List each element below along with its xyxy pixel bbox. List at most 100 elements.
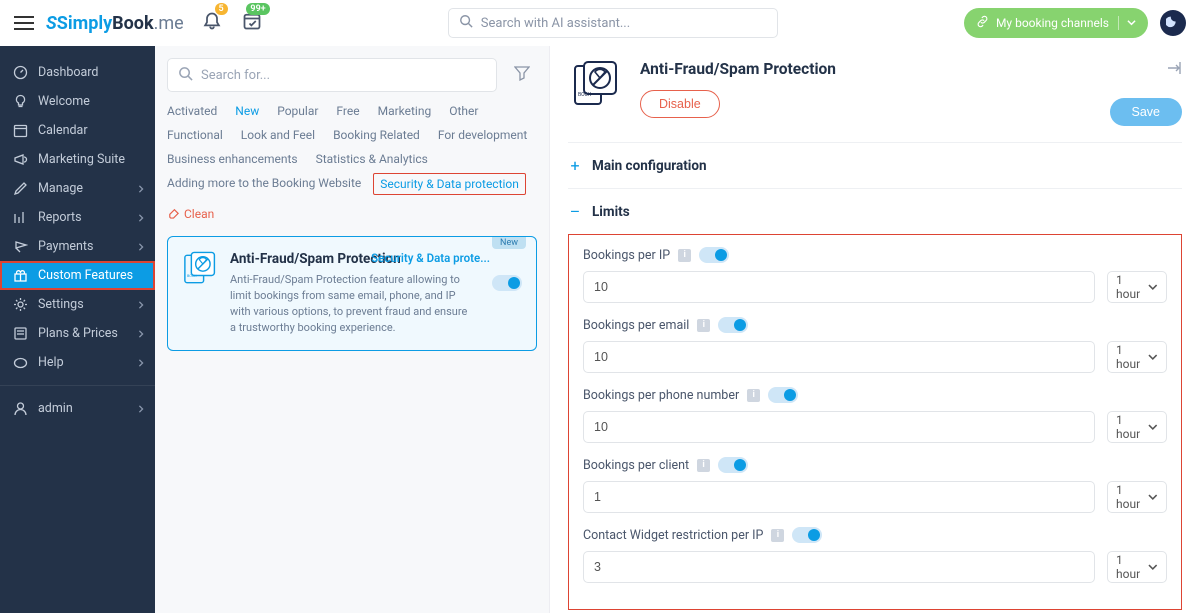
save-button[interactable]: Save bbox=[1110, 98, 1183, 126]
notifications-button[interactable]: 5 bbox=[202, 11, 222, 35]
sidebar-item-reports[interactable]: Reports bbox=[0, 203, 155, 232]
info-icon[interactable]: i bbox=[771, 529, 784, 542]
filter-tag-look-and-feel[interactable]: Look and Feel bbox=[241, 128, 315, 142]
info-icon[interactable]: i bbox=[697, 319, 710, 332]
theme-toggle-button[interactable] bbox=[1160, 10, 1186, 36]
filter-tag-booking-related[interactable]: Booking Related bbox=[333, 128, 420, 142]
chevron-right-icon bbox=[137, 182, 145, 196]
filter-tag-marketing[interactable]: Marketing bbox=[378, 104, 432, 118]
filter-tag-functional[interactable]: Functional bbox=[167, 128, 223, 142]
limit-value-input[interactable] bbox=[583, 341, 1095, 373]
sidebar-item-settings[interactable]: Settings bbox=[0, 290, 155, 319]
limit-period-select[interactable]: 1 hour bbox=[1107, 411, 1167, 443]
section-limits-toggle[interactable]: – Limits bbox=[568, 189, 1182, 234]
sidebar-item-plans-prices[interactable]: Plans & Prices bbox=[0, 319, 155, 348]
shield-icon bbox=[182, 251, 218, 287]
limit-period-select[interactable]: 1 hour bbox=[1107, 551, 1167, 583]
card-toggle[interactable] bbox=[492, 275, 522, 295]
limit-label: Bookings per IP bbox=[583, 248, 670, 263]
filter-tag-for-development[interactable]: For development bbox=[438, 128, 528, 142]
logo[interactable]: SSimplyBook.me bbox=[46, 13, 184, 34]
sidebar-item-label: Plans & Prices bbox=[38, 326, 118, 341]
chevron-right-icon bbox=[137, 240, 145, 254]
limit-value-input[interactable] bbox=[583, 551, 1095, 583]
bulb-icon bbox=[12, 94, 28, 109]
disable-button[interactable]: Disable bbox=[640, 90, 720, 118]
sidebar-item-label: Calendar bbox=[38, 123, 88, 138]
sidebar-item-label: Custom Features bbox=[38, 268, 133, 283]
limit-toggle[interactable] bbox=[768, 387, 798, 403]
eraser-icon bbox=[167, 206, 180, 222]
sidebar-item-label: Settings bbox=[38, 297, 84, 312]
bookings-counter-button[interactable]: 99+ bbox=[242, 11, 262, 35]
info-icon[interactable]: i bbox=[747, 389, 760, 402]
collapse-panel-button[interactable] bbox=[1166, 60, 1182, 80]
limit-toggle[interactable] bbox=[718, 317, 748, 333]
feature-card-antifraud[interactable]: New Anti-Fraud/Spam Protection Anti-Frau… bbox=[167, 236, 537, 351]
features-search-input[interactable]: Search for... bbox=[167, 58, 497, 92]
payments-icon bbox=[12, 239, 28, 254]
sidebar-item-welcome[interactable]: Welcome bbox=[0, 87, 155, 116]
filter-tag-adding-more-to-the-booking-website[interactable]: Adding more to the Booking Website bbox=[167, 176, 361, 192]
user-icon bbox=[12, 401, 28, 416]
limit-toggle[interactable] bbox=[718, 457, 748, 473]
info-icon[interactable]: i bbox=[678, 249, 691, 262]
info-icon[interactable]: i bbox=[697, 459, 710, 472]
calendar-check-icon bbox=[242, 20, 262, 35]
limit-label: Bookings per client bbox=[583, 458, 689, 473]
filter-button[interactable] bbox=[507, 60, 537, 90]
filter-tag-other[interactable]: Other bbox=[449, 104, 478, 118]
limit-period-select[interactable]: 1 hour bbox=[1107, 481, 1167, 513]
card-badge-new: New bbox=[492, 237, 526, 249]
filter-tag-statistics-analytics[interactable]: Statistics & Analytics bbox=[316, 152, 428, 166]
chevron-right-icon bbox=[137, 402, 145, 416]
limit-label: Contact Widget restriction per IP bbox=[583, 528, 763, 543]
sidebar-item-label: Dashboard bbox=[38, 65, 98, 80]
logo-part3: .me bbox=[154, 13, 184, 34]
filter-tag-clean[interactable]: Clean bbox=[167, 206, 214, 222]
filter-tag-free[interactable]: Free bbox=[336, 104, 359, 118]
limit-value-input[interactable] bbox=[583, 481, 1095, 513]
pencil-icon bbox=[12, 181, 28, 196]
sidebar-item-custom-features[interactable]: Custom Features bbox=[0, 261, 155, 290]
limit-row: Bookings per emaili1 hour bbox=[583, 317, 1167, 373]
chevron-down-icon bbox=[1118, 16, 1136, 30]
filter-tag-activated[interactable]: Activated bbox=[167, 104, 217, 118]
limit-value-input[interactable] bbox=[583, 271, 1095, 303]
filter-tag-new[interactable]: New bbox=[235, 104, 259, 118]
funnel-icon bbox=[514, 65, 530, 85]
sidebar-item-help[interactable]: Help bbox=[0, 348, 155, 377]
filter-tag-popular[interactable]: Popular bbox=[277, 104, 318, 118]
moon-icon bbox=[1166, 14, 1180, 32]
limit-period-select[interactable]: 1 hour bbox=[1107, 341, 1167, 373]
toggle-on-icon bbox=[492, 280, 522, 295]
sidebar-item-marketing-suite[interactable]: Marketing Suite bbox=[0, 145, 155, 174]
limit-value-input[interactable] bbox=[583, 411, 1095, 443]
menu-hamburger[interactable] bbox=[14, 16, 34, 30]
limit-toggle[interactable] bbox=[699, 247, 729, 263]
link-icon bbox=[976, 15, 989, 31]
sidebar-item-manage[interactable]: Manage bbox=[0, 174, 155, 203]
plus-icon: + bbox=[568, 156, 582, 175]
limit-period-select[interactable]: 1 hour bbox=[1107, 271, 1167, 303]
sidebar-item-payments[interactable]: Payments bbox=[0, 232, 155, 261]
filter-tag-business-enhancements[interactable]: Business enhancements bbox=[167, 152, 298, 166]
notifications-count: 5 bbox=[215, 3, 228, 15]
sidebar-item-calendar[interactable]: Calendar bbox=[0, 116, 155, 145]
bookings-count: 99+ bbox=[246, 3, 269, 15]
booking-channels-button[interactable]: My booking channels bbox=[964, 8, 1148, 38]
section-main-config-toggle[interactable]: + Main configuration bbox=[568, 143, 1182, 188]
limit-row: Bookings per IP i 1 hour bbox=[583, 247, 1167, 303]
logo-part1: SSimply bbox=[46, 13, 112, 34]
limit-toggle[interactable] bbox=[792, 527, 822, 543]
global-search-input[interactable]: Search with AI assistant... bbox=[448, 8, 778, 38]
megaphone-icon bbox=[12, 152, 28, 167]
sidebar-item-dashboard[interactable]: Dashboard bbox=[0, 58, 155, 87]
sidebar: Dashboard Welcome Calendar Marketing SuiteM… bbox=[0, 46, 155, 613]
sidebar-item-admin[interactable]: admin bbox=[0, 394, 155, 423]
filter-tag-security-data-protection[interactable]: Security & Data protection bbox=[373, 173, 526, 195]
global-search-placeholder: Search with AI assistant... bbox=[481, 16, 630, 31]
card-description: Anti-Fraud/Spam Protection feature allow… bbox=[230, 272, 475, 336]
help-icon bbox=[12, 355, 28, 370]
features-search-placeholder: Search for... bbox=[201, 68, 270, 83]
